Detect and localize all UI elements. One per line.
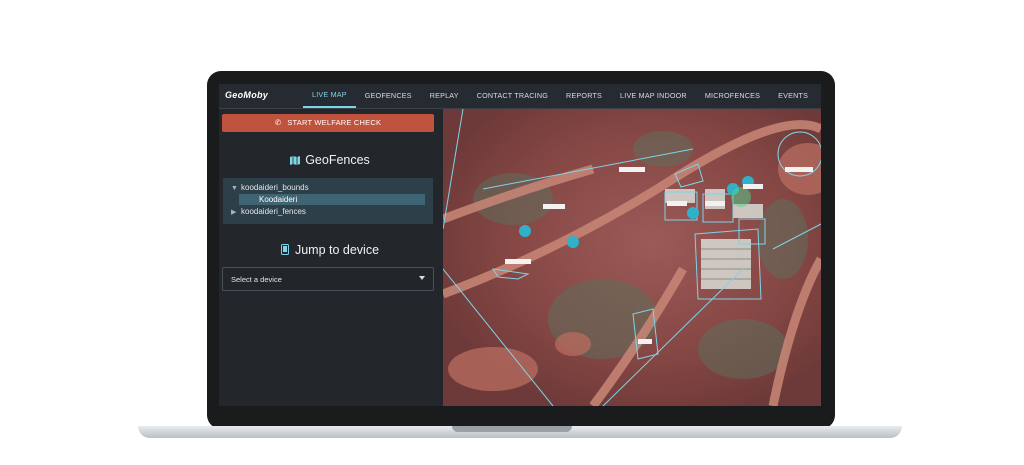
chevron-down-icon: ▼ (231, 185, 238, 192)
sidebar: ✆ START WELFARE CHECK GeoFences ▼ koodaide… (219, 109, 441, 406)
laptop-notch (452, 426, 572, 432)
tab-microfences[interactable]: MICROFENCES (696, 84, 769, 108)
phone-icon: ✆ (274, 118, 282, 127)
geofences-heading: GeoFences (219, 153, 441, 167)
device-select-value: Select a device (231, 275, 282, 284)
tab-replay[interactable]: REPLAY (421, 84, 468, 108)
tab-events[interactable]: EVENTS (769, 84, 817, 108)
map-canvas[interactable] (443, 109, 821, 406)
tab-geofences[interactable]: GEOFENCES (356, 84, 421, 108)
active-zone-highlight (731, 187, 751, 207)
tree-item-label: koodaideri_fences (241, 207, 306, 216)
tab-live-map-indoor[interactable]: LIVE MAP INDOOR (611, 84, 696, 108)
device-marker[interactable] (687, 207, 699, 219)
device-marker[interactable] (519, 225, 531, 237)
geofence-tree: ▼ koodaideri_bounds Koodaideri ▶ koodaider… (223, 178, 433, 224)
tab-live-map[interactable]: LIVE MAP (303, 84, 356, 108)
tree-item-koodaideri[interactable]: Koodaideri (239, 194, 425, 205)
jump-title: Jump to device (294, 243, 380, 257)
map-icon (290, 156, 301, 165)
geofences-title: GeoFences (305, 153, 370, 167)
tab-contact-tracing[interactable]: CONTACT TRACING (468, 84, 557, 108)
start-welfare-check-button[interactable]: ✆ START WELFARE CHECK (222, 114, 434, 132)
device-marker[interactable] (567, 236, 579, 248)
tree-item-koodaideri-bounds[interactable]: ▼ koodaideri_bounds (231, 183, 309, 192)
tree-item-koodaideri-fences[interactable]: ▶ koodaideri_fences (231, 207, 306, 216)
chevron-down-icon (419, 276, 425, 280)
device-select[interactable]: Select a device (222, 267, 434, 291)
tab-reports[interactable]: REPORTS (557, 84, 611, 108)
geomoby-logo: GeoMoby (225, 90, 269, 100)
jump-to-device-heading: Jump to device (219, 243, 441, 257)
welfare-button-label: START WELFARE CHECK (287, 118, 382, 127)
app-screen: GeoMoby LIVE MAP GEOFENCES REPLAY CONTAC… (219, 84, 821, 406)
satellite-map[interactable] (443, 109, 821, 406)
tree-item-label: koodaideri_bounds (241, 183, 309, 192)
phone-device-icon (280, 244, 289, 255)
nav-tabs: LIVE MAP GEOFENCES REPLAY CONTACT TRACIN… (303, 84, 817, 108)
chevron-right-icon: ▶ (231, 209, 237, 216)
top-nav: GeoMoby LIVE MAP GEOFENCES REPLAY CONTAC… (219, 84, 821, 109)
